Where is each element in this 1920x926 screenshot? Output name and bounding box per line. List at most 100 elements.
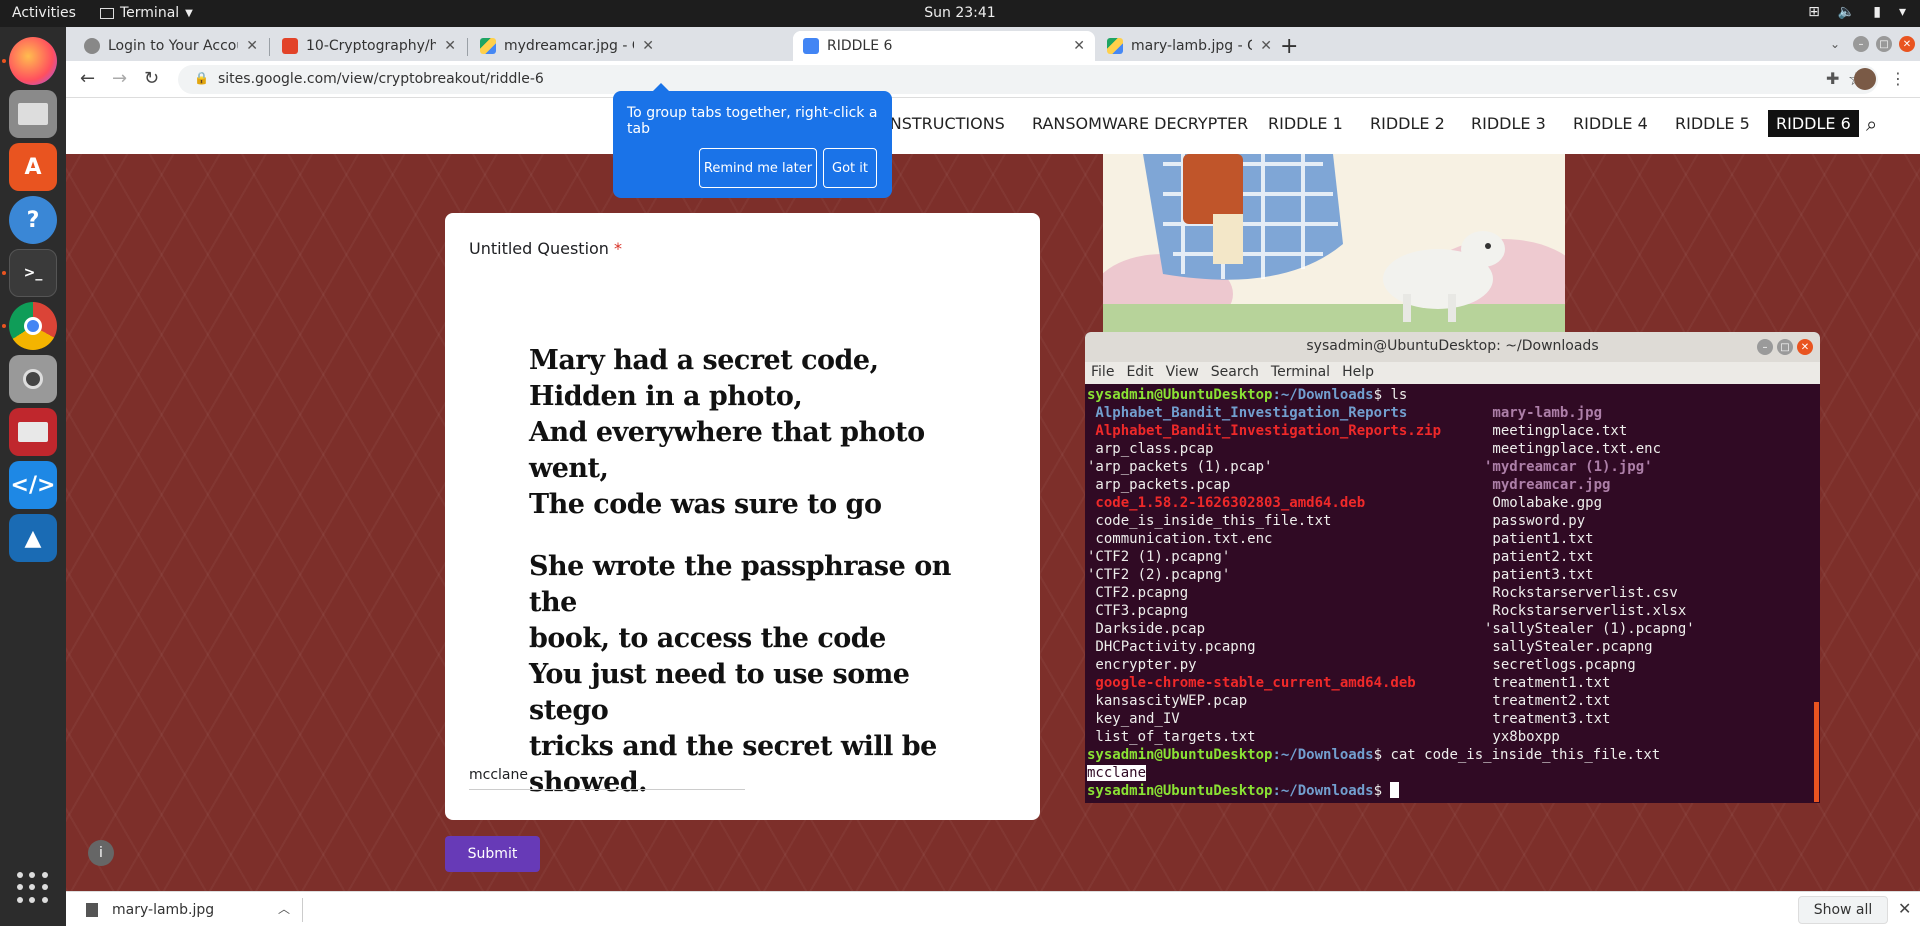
help-icon[interactable]: ? xyxy=(9,196,57,244)
new-tab-icon[interactable]: + xyxy=(1280,34,1298,59)
nav-riddle-2[interactable]: RIDDLE 2 xyxy=(1370,114,1445,133)
nav-riddle-4[interactable]: RIDDLE 4 xyxy=(1573,114,1648,133)
nav-riddle-6[interactable]: RIDDLE 6 xyxy=(1768,110,1859,137)
activities-button[interactable]: Activities xyxy=(12,5,76,21)
remote-desktop-icon[interactable] xyxy=(9,408,57,456)
reload-icon[interactable]: ↻ xyxy=(144,68,159,89)
got-it-button[interactable]: Got it xyxy=(823,148,877,188)
clock[interactable]: Sun 23:41 xyxy=(924,5,995,21)
volume-icon[interactable]: 🔈 xyxy=(1838,4,1855,20)
ls-entry: 'mydreamcar (1).jpg' xyxy=(1484,459,1653,475)
extensions-icon[interactable]: ✚ xyxy=(1826,69,1839,88)
close-icon[interactable]: ✕ xyxy=(1260,38,1272,54)
remind-me-later-button[interactable]: Remind me later xyxy=(699,148,817,188)
terminal-titlebar[interactable]: sysadmin@UbuntuDesktop: ~/Downloads – □ … xyxy=(1085,332,1820,362)
ls-entry: treatment2.txt xyxy=(1484,693,1611,709)
address-bar[interactable]: 🔒 sites.google.com/view/cryptobreakout/r… xyxy=(178,65,1878,94)
tab-search-icon[interactable]: ⌄ xyxy=(1827,36,1843,52)
close-icon[interactable]: ✕ xyxy=(1073,38,1085,54)
battery-icon[interactable]: ▮ xyxy=(1873,4,1881,20)
nav-riddle-5[interactable]: RIDDLE 5 xyxy=(1675,114,1750,133)
firefox-icon[interactable] xyxy=(9,37,57,85)
vscode-icon[interactable]: </> xyxy=(9,461,57,509)
nav-riddle-1[interactable]: RIDDLE 1 xyxy=(1268,114,1343,133)
software-center-icon[interactable]: A xyxy=(9,143,57,191)
ls-entry: mary-lamb.jpg xyxy=(1484,405,1603,421)
profile-avatar[interactable] xyxy=(1854,68,1876,90)
chrome-menu-icon[interactable]: ⋮ xyxy=(1890,69,1906,88)
files-icon[interactable] xyxy=(9,90,57,138)
ls-left-column: Alphabet_Bandit_Investigation_Reports Al… xyxy=(1087,404,1441,746)
download-item[interactable]: mary-lamb.jpg ︿ xyxy=(66,892,302,926)
tab-login[interactable]: Login to Your Account | B ✕ xyxy=(74,31,268,61)
nav-ransomware-decrypter[interactable]: RANSOMWARE DECRYPTER xyxy=(1032,114,1248,133)
show-all-button[interactable]: Show all xyxy=(1798,896,1888,924)
terminal-scrollbar[interactable] xyxy=(1814,702,1819,802)
browser-toolbar: ← → ↻ 🔒 sites.google.com/view/cryptobrea… xyxy=(66,61,1920,98)
forward-icon[interactable]: → xyxy=(112,68,127,89)
nav-riddle-3[interactable]: RIDDLE 3 xyxy=(1471,114,1546,133)
chevron-up-icon[interactable]: ︿ xyxy=(278,900,290,917)
search-icon[interactable]: ⌕ xyxy=(1866,112,1877,136)
terminal-output[interactable]: sysadmin@UbuntuDesktop:~/Downloads$ ls A… xyxy=(1087,386,1812,803)
tab-strip: Login to Your Account | B ✕ 10-Cryptogra… xyxy=(66,27,1920,61)
ls-entry: google-chrome-stable_current_amd64.deb xyxy=(1087,675,1416,691)
show-applications-icon[interactable] xyxy=(17,872,49,904)
tab-cryptography[interactable]: 10-Cryptography/homewo ✕ xyxy=(272,31,466,61)
wireshark-icon[interactable]: ▲ xyxy=(9,514,57,562)
question-card: Untitled Question * Mary had a secret co… xyxy=(445,213,1040,820)
top-bar: Activities Terminal ▼ Sun 23:41 ⊞ 🔈 ▮ ▾ xyxy=(0,0,1920,27)
ls-entry: 'arp_packets (1).pcap' xyxy=(1087,459,1273,475)
app-menu[interactable]: Terminal ▼ xyxy=(100,5,193,21)
menu-edit[interactable]: Edit xyxy=(1126,362,1153,384)
url-text: sites.google.com/view/cryptobreakout/rid… xyxy=(218,71,544,87)
tab-separator xyxy=(467,38,468,56)
callout-arrow xyxy=(653,83,669,91)
menu-terminal[interactable]: Terminal xyxy=(1271,362,1330,384)
chrome-icon[interactable] xyxy=(9,302,57,350)
back-icon[interactable]: ← xyxy=(80,68,95,89)
ls-entry: 'sallyStealer (1).pcapng' xyxy=(1484,621,1695,637)
camera-icon[interactable] xyxy=(9,355,57,403)
menu-help[interactable]: Help xyxy=(1342,362,1374,384)
prompt-line: sysadmin@UbuntuDesktop:~/Downloads$ xyxy=(1087,782,1400,800)
ls-entry: kansascityWEP.pcap xyxy=(1087,693,1248,709)
menu-search[interactable]: Search xyxy=(1211,362,1259,384)
close-window-icon[interactable]: ✕ xyxy=(1899,36,1915,52)
tab-mydreamcar[interactable]: mydreamcar.jpg - Google ✕ xyxy=(470,31,664,61)
close-icon[interactable]: ✕ xyxy=(1898,899,1911,918)
power-menu-icon[interactable]: ▾ xyxy=(1899,4,1906,20)
tab-riddle-6[interactable]: RIDDLE 6 ✕ xyxy=(793,31,1095,61)
stanza-gap xyxy=(529,523,989,549)
maximize-icon[interactable]: □ xyxy=(1876,36,1892,52)
nav-instructions[interactable]: INSTRUCTIONS xyxy=(885,114,1005,133)
submit-button[interactable]: Submit xyxy=(445,836,540,872)
output-line: mcclane xyxy=(1087,764,1147,782)
prompt-user: sysadmin@UbuntuDesktop xyxy=(1087,747,1273,763)
minimize-icon[interactable]: – xyxy=(1757,339,1773,355)
prompt-symbol: $ xyxy=(1373,783,1391,799)
ls-entry: treatment1.txt xyxy=(1484,675,1611,691)
poem-line: The code was sure to go xyxy=(529,489,882,520)
menu-view[interactable]: View xyxy=(1166,362,1199,384)
close-icon[interactable]: ✕ xyxy=(1797,339,1813,355)
ls-entry: CTF3.pcapng xyxy=(1087,603,1189,619)
lock-icon[interactable]: 🔒 xyxy=(194,71,209,85)
menu-file[interactable]: File xyxy=(1091,362,1114,384)
terminal-window: sysadmin@UbuntuDesktop: ~/Downloads – □ … xyxy=(1085,332,1820,803)
close-icon[interactable]: ✕ xyxy=(642,38,654,54)
tab-title: RIDDLE 6 xyxy=(827,38,893,54)
answer-input[interactable]: mcclane xyxy=(469,767,745,790)
prompt-path: :~/Downloads xyxy=(1272,783,1374,799)
maximize-icon[interactable]: □ xyxy=(1777,339,1793,355)
minimize-icon[interactable]: – xyxy=(1853,36,1869,52)
close-icon[interactable]: ✕ xyxy=(246,38,258,54)
terminal-icon[interactable]: >_ xyxy=(9,249,57,297)
info-icon[interactable]: i xyxy=(88,840,114,866)
close-icon[interactable]: ✕ xyxy=(444,38,456,54)
ls-entry: CTF2.pcapng xyxy=(1087,585,1189,601)
tab-mary-lamb[interactable]: mary-lamb.jpg - Google D ✕ xyxy=(1097,31,1282,61)
riddle-poem-image: Mary had a secret code, Hidden in a phot… xyxy=(529,343,989,801)
ls-entry: 'CTF2 (1).pcapng' xyxy=(1087,549,1231,565)
network-icon[interactable]: ⊞ xyxy=(1808,4,1820,20)
